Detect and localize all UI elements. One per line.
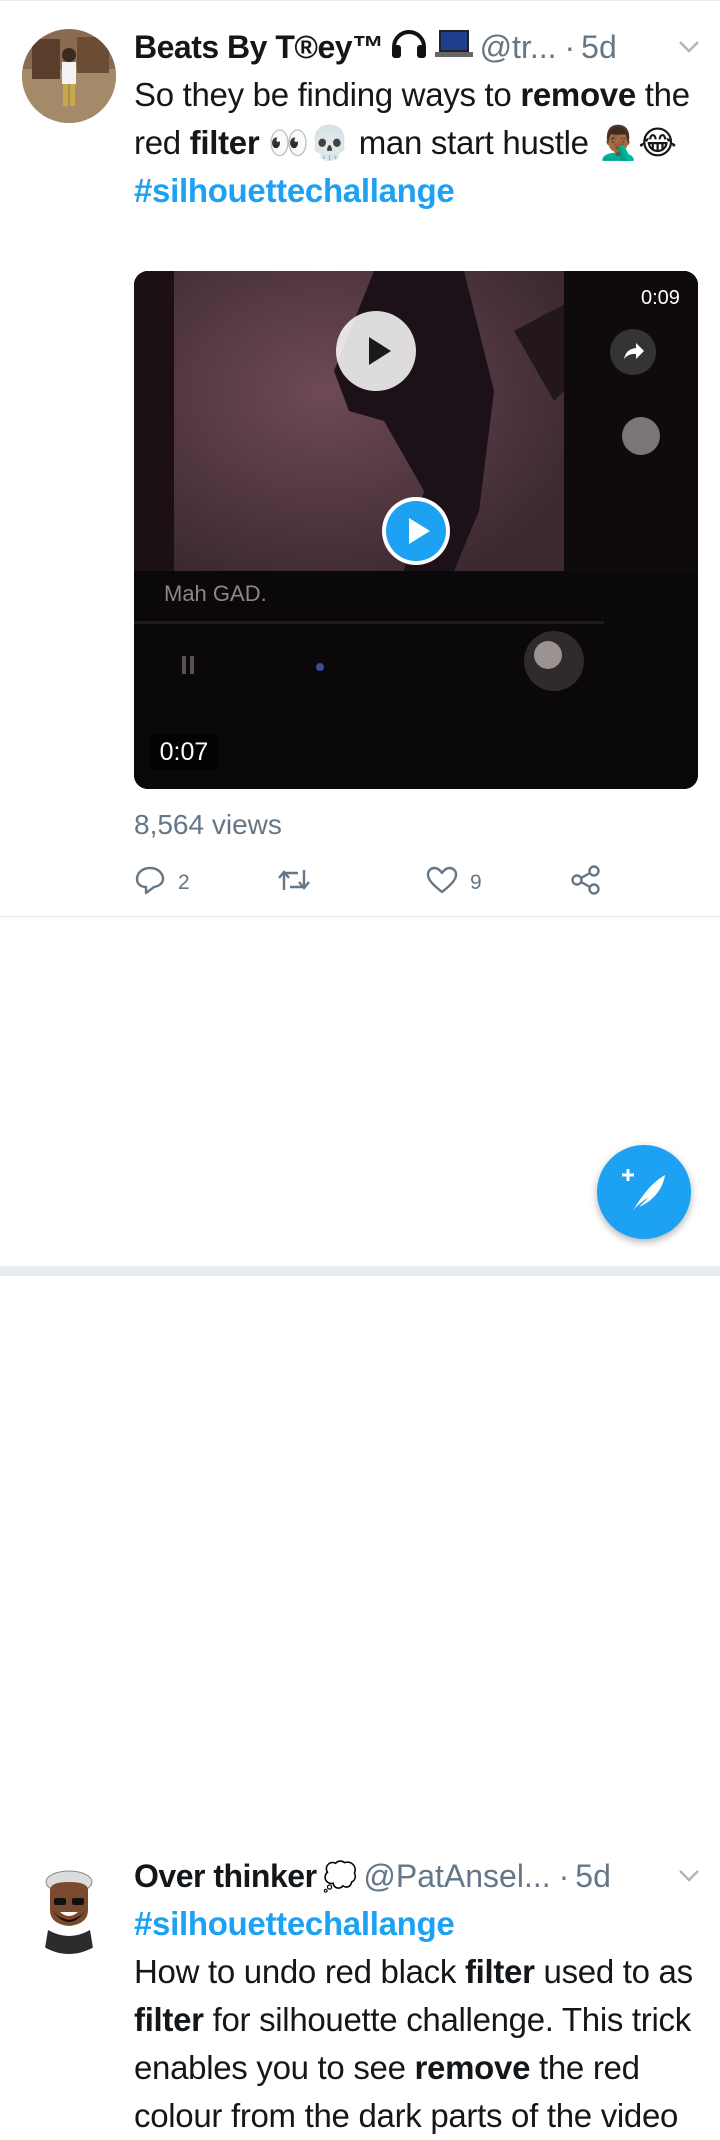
display-name[interactable]: Over thinker	[134, 1858, 317, 1895]
tweet-text: So they be finding ways to remove the re…	[134, 71, 696, 215]
video-caption: Mah GAD.	[164, 581, 267, 606]
text-segment-bold: filter	[189, 124, 260, 161]
text-segment-bold: filter	[464, 1953, 535, 1990]
avatar-photo	[22, 29, 116, 123]
video-player[interactable]: 0:09 Mah GAD.	[134, 271, 698, 789]
like-button[interactable]: 9	[426, 865, 482, 901]
like-icon	[426, 864, 458, 902]
share-tweet-icon	[570, 864, 602, 902]
reply-count: 2	[178, 871, 190, 894]
text-segment: used to as	[534, 1953, 694, 1990]
display-name[interactable]: Beats By T®ey™	[134, 29, 384, 66]
compose-tweet-button[interactable]	[597, 1145, 691, 1239]
tweet-1[interactable]: Beats By T®ey™ @tr... · 5d So they be fi…	[0, 0, 720, 916]
view-count: 8,564 views	[134, 809, 282, 840]
inner-play-icon	[336, 311, 416, 391]
tweet-text: #silhouettechallange How to undo red bla…	[134, 1900, 696, 2140]
video-overlay-time: 0:09	[641, 287, 680, 309]
chevron-down-icon[interactable]	[678, 34, 700, 60]
retweet-icon	[276, 864, 312, 902]
play-icon[interactable]	[382, 497, 450, 565]
laptop-icon	[434, 27, 474, 67]
reply-icon	[134, 864, 166, 902]
retweet-button[interactable]	[276, 865, 324, 901]
tweet-body-line: How to undo red black filter used to as …	[134, 1948, 696, 2140]
hashtag-link[interactable]: #silhouettechallange	[134, 167, 696, 215]
tweet-body-line: So they be finding ways to remove the re…	[134, 71, 696, 167]
thought-bubble-icon: 💭	[322, 1860, 358, 1892]
tweet-header: Beats By T®ey™ @tr... · 5d	[134, 23, 700, 71]
tweet-header: Over thinker 💭 @PatAnsel... · 5d	[134, 1852, 700, 1900]
separator-dot: ·	[564, 28, 576, 65]
bottom-edge	[0, 1266, 720, 1276]
text-segment-bold: filter	[134, 2001, 204, 2038]
share-icon	[610, 329, 656, 375]
tweet-time[interactable]: 5d	[575, 1858, 611, 1895]
record-dot-icon	[622, 417, 660, 455]
chevron-down-icon[interactable]	[678, 1863, 700, 1889]
user-handle[interactable]: @PatAnsel...	[363, 1858, 550, 1895]
text-segment: So they be finding ways to	[134, 76, 521, 113]
avatar[interactable]	[22, 29, 116, 123]
text-segment: How to undo red black	[134, 1953, 465, 1990]
avatar[interactable]	[22, 1860, 116, 1954]
tweet-time[interactable]: 5d	[581, 29, 617, 66]
avatar-bitmoji	[22, 1860, 116, 1954]
action-bar: 2 9	[134, 865, 704, 901]
text-segment-bold: remove	[520, 76, 636, 113]
headphones-icon	[390, 27, 428, 67]
text-segment-bold: remove	[414, 2049, 531, 2086]
user-handle[interactable]: @tr...	[480, 29, 557, 66]
share-tweet-button[interactable]	[570, 865, 602, 901]
video-duration: 0:07	[150, 734, 218, 770]
reply-button[interactable]: 2	[134, 865, 190, 901]
separator-dot: ·	[558, 1857, 570, 1894]
hashtag-link[interactable]: #silhouettechallange	[134, 1900, 696, 1948]
like-count: 9	[470, 871, 482, 894]
compose-tweet-icon	[622, 1169, 665, 1211]
text-segment: 👀💀 man start hustle 🤦🏾‍♂️😂	[259, 124, 677, 161]
